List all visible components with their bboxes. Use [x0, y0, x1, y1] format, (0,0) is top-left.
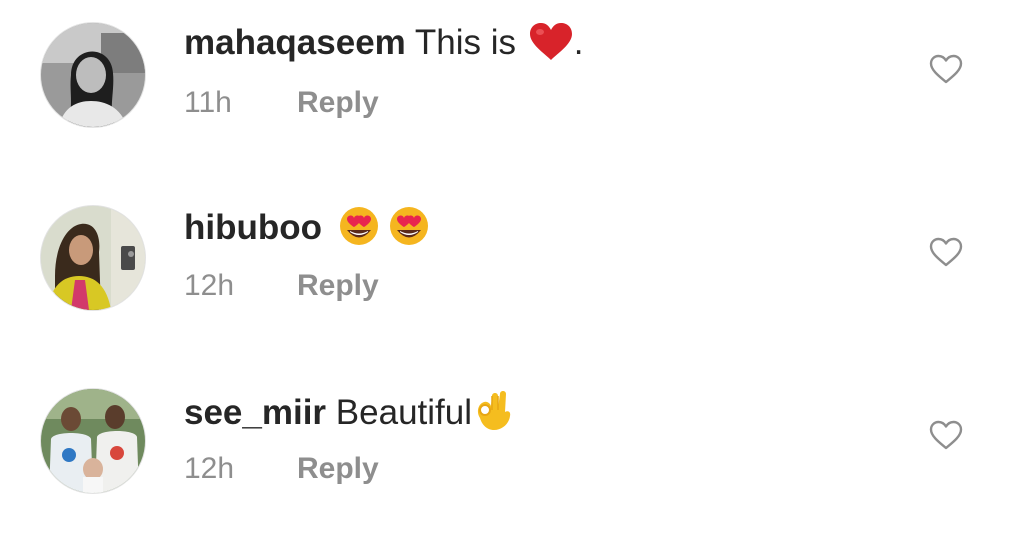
- heart-outline-icon: [929, 237, 963, 267]
- comment-item: mahaqaseem This is . 11h Reply: [0, 0, 1024, 183]
- timestamp: 11h: [184, 86, 232, 119]
- reply-button[interactable]: Reply: [297, 86, 379, 119]
- comment-line: mahaqaseem This is .: [184, 22, 583, 71]
- timestamp: 12h: [184, 269, 235, 302]
- comment-text-end: .: [573, 23, 584, 62]
- comment-line: see_miir Beautiful: [184, 388, 512, 441]
- username[interactable]: hibuboo: [184, 208, 322, 247]
- comment-meta: 11h Reply: [184, 86, 379, 120]
- avatar[interactable]: [41, 23, 145, 127]
- username[interactable]: see_miir: [184, 393, 326, 432]
- avatar-photo-icon: [41, 23, 145, 127]
- like-button[interactable]: [928, 236, 964, 268]
- avatar[interactable]: [41, 389, 145, 493]
- avatar[interactable]: [41, 206, 145, 310]
- ok-hand-icon: [472, 388, 512, 441]
- username[interactable]: mahaqaseem: [184, 23, 406, 62]
- comment-meta: 12h Reply: [184, 269, 379, 303]
- comment-text: This is: [414, 23, 517, 62]
- reply-button[interactable]: Reply: [297, 269, 379, 302]
- like-button[interactable]: [928, 419, 964, 451]
- heart-outline-icon: [929, 54, 963, 84]
- red-heart-icon: [528, 22, 574, 71]
- comment-item: hibuboo 12h Reply: [0, 183, 1024, 366]
- comment-line: hibuboo: [184, 205, 432, 256]
- comment-item: see_miir Beautiful 12h Reply: [0, 366, 1024, 549]
- heart-eyes-emoji-icon: [338, 205, 432, 256]
- comment-meta: 12h Reply: [184, 452, 379, 486]
- heart-outline-icon: [929, 420, 963, 450]
- like-button[interactable]: [928, 53, 964, 85]
- reply-button[interactable]: Reply: [297, 452, 379, 485]
- avatar-photo-icon: [41, 389, 145, 493]
- avatar-photo-icon: [41, 206, 145, 310]
- timestamp: 12h: [184, 452, 235, 485]
- comment-text: Beautiful: [335, 393, 473, 432]
